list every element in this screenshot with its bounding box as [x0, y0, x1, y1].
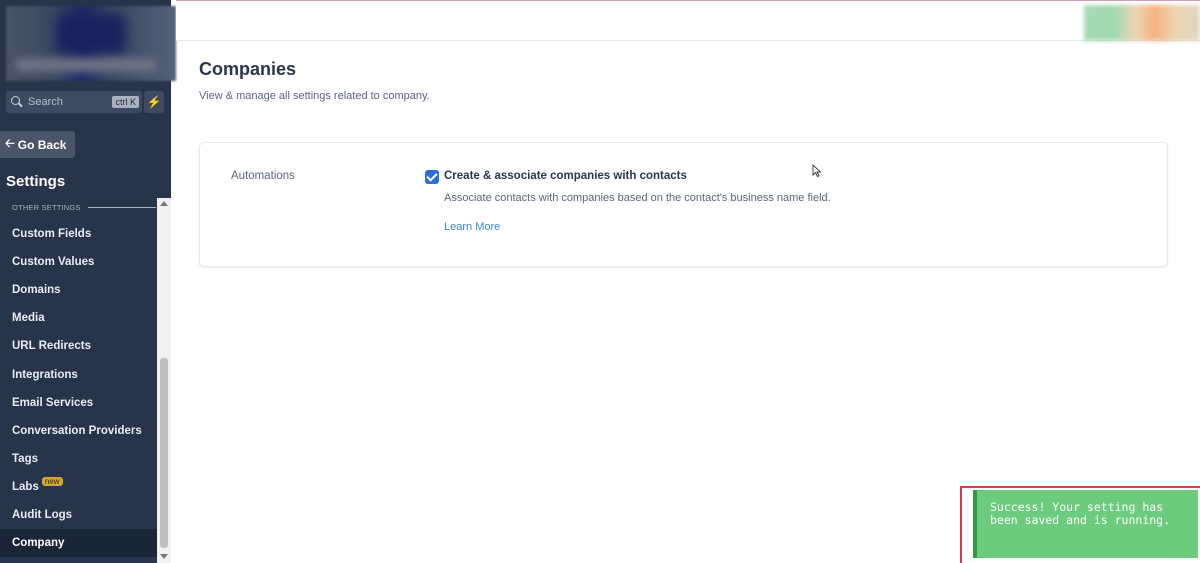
sidebar-item-label: Conversation Providers — [12, 425, 142, 437]
app-root: Search ctrl K ⚡ 🡠 Go Back Settings OTHER… — [0, 0, 1200, 563]
associate-companies-title[interactable]: Create & associate companies with contac… — [444, 170, 687, 182]
settings-nav: OTHER SETTINGS Custom Fields Custom Valu… — [0, 198, 171, 563]
associate-companies-checkbox[interactable] — [425, 170, 439, 184]
sidebar-item-media[interactable]: Media — [0, 304, 157, 332]
sidebar-item-label: Custom Fields — [12, 228, 92, 240]
sidebar-item-url-redirects[interactable]: URL Redirects — [0, 332, 157, 360]
go-back-button[interactable]: 🡠 Go Back — [0, 131, 75, 158]
sidebar-item-label: Integrations — [12, 369, 78, 381]
scrollbar-thumb[interactable] — [160, 358, 168, 548]
page-title: Companies — [199, 59, 297, 79]
automations-label: Automations — [231, 170, 295, 182]
section-divider — [88, 207, 156, 208]
new-badge: new — [41, 476, 63, 486]
settings-title: Settings — [6, 173, 66, 190]
sidebar-item-audit-logs[interactable]: Audit Logs — [0, 501, 157, 529]
brand-logo-text — [16, 58, 156, 72]
quick-action-button[interactable]: ⚡ — [144, 91, 164, 113]
arrow-left-icon: 🡠 — [5, 136, 15, 150]
search-input[interactable]: Search ctrl K — [6, 91, 142, 113]
brand-logo-mark — [56, 14, 126, 54]
top-header — [176, 0, 1200, 41]
sidebar-scrollbar[interactable] — [157, 198, 171, 563]
brand-logo[interactable] — [6, 6, 176, 81]
sidebar-item-integrations[interactable]: Integrations — [0, 361, 157, 389]
sidebar-item-custom-fields[interactable]: Custom Fields — [0, 220, 157, 248]
sidebar-item-label: Company — [12, 537, 65, 549]
search-shortcut-badge: ctrl K — [112, 96, 139, 108]
scroll-up-arrow-icon[interactable] — [160, 201, 168, 206]
sidebar-item-label: Audit Logs — [12, 509, 73, 521]
sidebar-item-company[interactable]: Company — [0, 529, 157, 557]
sidebar: Search ctrl K ⚡ 🡠 Go Back Settings OTHER… — [0, 0, 176, 563]
section-label-other-settings: OTHER SETTINGS — [12, 203, 81, 212]
sidebar-item-label: Email Services — [12, 397, 94, 409]
sidebar-item-label: Domains — [12, 284, 61, 296]
sidebar-item-tags[interactable]: Tags — [0, 445, 157, 473]
go-back-label: Go Back — [17, 137, 67, 152]
sidebar-item-label: URL Redirects — [12, 340, 92, 352]
sidebar-item-label: Media — [12, 312, 45, 324]
sidebar-item-conversation-providers[interactable]: Conversation Providers — [0, 417, 157, 445]
page-subtitle: View & manage all settings related to co… — [199, 90, 430, 102]
sidebar-item-label: Labs — [12, 481, 39, 493]
toast-message: Success! Your setting has been saved and… — [990, 500, 1171, 527]
sidebar-item-label: Custom Values — [12, 256, 95, 268]
associate-companies-description: Associate contacts with companies based … — [444, 192, 831, 204]
sidebar-item-domains[interactable]: Domains — [0, 276, 157, 304]
search-icon — [11, 96, 23, 108]
sidebar-item-email-services[interactable]: Email Services — [0, 389, 157, 417]
lightning-icon: ⚡ — [146, 95, 162, 109]
learn-more-link[interactable]: Learn More — [444, 221, 500, 233]
sidebar-item-labs[interactable]: Labs new — [0, 473, 157, 501]
automations-card: Automations Create & associate companies… — [199, 142, 1168, 267]
success-toast[interactable]: Success! Your setting has been saved and… — [973, 490, 1198, 558]
scroll-down-arrow-icon[interactable] — [160, 554, 168, 559]
user-avatars[interactable] — [1084, 5, 1200, 41]
sidebar-item-label: Tags — [12, 453, 38, 465]
sidebar-item-custom-values[interactable]: Custom Values — [0, 248, 157, 276]
search-placeholder: Search — [28, 96, 63, 108]
